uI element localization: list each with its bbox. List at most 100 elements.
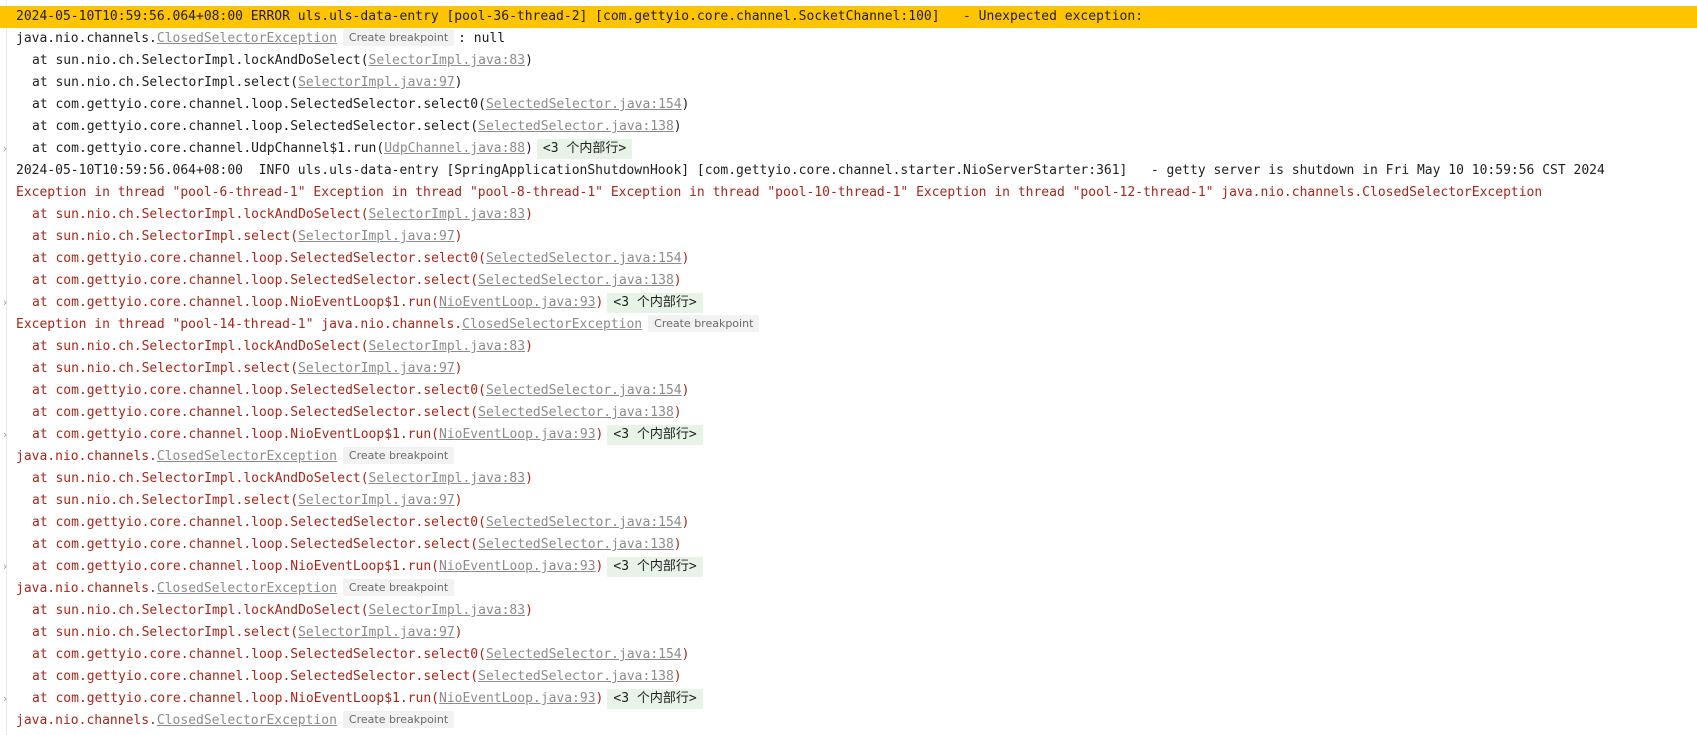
source-link[interactable]: SelectorImpl.java:97 (298, 229, 455, 244)
frame-close: ) (595, 427, 604, 442)
fold-chevron-icon[interactable]: › (3, 556, 13, 578)
source-link[interactable]: NioEventLoop.java:93 (439, 559, 596, 574)
source-link[interactable]: SelectedSelector.java:138 (478, 273, 674, 288)
frame-close: ) (673, 537, 682, 552)
frame-method: at com.gettyio.core.channel.loop.Selecte… (32, 383, 486, 398)
frame-method: at com.gettyio.core.channel.loop.NioEven… (32, 295, 439, 310)
source-link[interactable]: NioEventLoop.java:93 (439, 427, 596, 442)
frame-method: at com.gettyio.core.channel.loop.Selecte… (32, 273, 479, 288)
frame-method: at sun.nio.ch.SelectorImpl.lockAndDoSele… (32, 339, 369, 354)
stack-frame-line: › at com.gettyio.core.channel.loop.NioEve… (0, 688, 1697, 710)
console-output-panel[interactable]: 2024-05-10T10:59:56.064+08:00 ERROR uls.… (0, 0, 1697, 735)
exception-line: java.nio.channels.ClosedSelectorExceptio… (0, 578, 1697, 600)
stack-frame-line: at sun.nio.ch.SelectorImpl.select(Select… (0, 226, 1697, 248)
source-link[interactable]: NioEventLoop.java:93 (439, 295, 596, 310)
source-link[interactable]: SelectorImpl.java:97 (298, 361, 455, 376)
stack-frame-line: at com.gettyio.core.channel.loop.Selecte… (0, 116, 1697, 138)
create-breakpoint-button[interactable]: Create breakpoint (342, 579, 455, 596)
source-link[interactable]: SelectedSelector.java:138 (478, 537, 674, 552)
frame-close: ) (673, 119, 682, 134)
source-link[interactable]: SelectedSelector.java:154 (486, 251, 682, 266)
source-link[interactable]: SelectorImpl.java:83 (369, 603, 526, 618)
source-link[interactable]: SelectedSelector.java:154 (486, 647, 682, 662)
frame-method: at sun.nio.ch.SelectorImpl.select( (32, 229, 299, 244)
stack-frame-line: at com.gettyio.core.channel.loop.Selecte… (0, 270, 1697, 292)
folded-frames-badge[interactable]: <3 个内部行> (536, 139, 633, 159)
source-link[interactable]: UdpChannel.java:88 (384, 141, 525, 156)
frame-method: at sun.nio.ch.SelectorImpl.lockAndDoSele… (32, 207, 369, 222)
exception-prefix: java.nio.channels. (16, 31, 157, 46)
exception-class-link[interactable]: ClosedSelectorException (157, 581, 337, 596)
stack-frame-line: at sun.nio.ch.SelectorImpl.select(Select… (0, 622, 1697, 644)
stack-frame-line: › at com.gettyio.core.channel.loop.NioEve… (0, 424, 1697, 446)
exception-text: Exception in thread "pool-6-thread-1" Ex… (16, 185, 1543, 200)
stack-frame-line: at sun.nio.ch.SelectorImpl.select(Select… (0, 490, 1697, 512)
create-breakpoint-button[interactable]: Create breakpoint (342, 711, 455, 728)
create-breakpoint-button[interactable]: Create breakpoint (342, 29, 455, 46)
frame-close: ) (681, 515, 690, 530)
fold-chevron-icon[interactable]: › (3, 688, 13, 710)
frame-close: ) (525, 53, 533, 68)
frame-close: ) (681, 251, 690, 266)
source-link[interactable]: SelectedSelector.java:138 (478, 119, 674, 134)
create-breakpoint-button[interactable]: Create breakpoint (648, 315, 760, 332)
frame-method: at sun.nio.ch.SelectorImpl.select( (32, 75, 299, 90)
folded-frames-badge[interactable]: <3 个内部行> (607, 293, 703, 313)
source-link[interactable]: SelectedSelector.java:154 (486, 383, 682, 398)
source-link[interactable]: SelectorImpl.java:83 (369, 207, 526, 222)
folded-frames-badge[interactable]: <3 个内部行> (607, 425, 703, 445)
stack-frame-line: › at com.gettyio.core.channel.loop.NioEve… (0, 556, 1697, 578)
frame-close: ) (681, 97, 690, 112)
exception-message: : null (458, 31, 506, 46)
frame-close: ) (454, 75, 463, 90)
fold-chevron-icon[interactable]: › (3, 424, 13, 446)
source-link[interactable]: SelectorImpl.java:83 (369, 53, 526, 68)
source-link[interactable]: SelectedSelector.java:138 (478, 405, 674, 420)
source-link[interactable]: SelectorImpl.java:83 (369, 471, 526, 486)
frame-method: at com.gettyio.core.channel.loop.Selecte… (32, 251, 486, 266)
frame-method: at sun.nio.ch.SelectorImpl.select( (32, 361, 299, 376)
frame-close: ) (454, 229, 463, 244)
frame-method: at com.gettyio.core.channel.loop.NioEven… (32, 691, 439, 706)
frame-close: ) (595, 691, 604, 706)
exception-line: java.nio.channels.ClosedSelectorExceptio… (0, 28, 1697, 50)
frame-close: ) (525, 207, 533, 222)
folded-frames-badge[interactable]: <3 个内部行> (607, 557, 703, 577)
frame-close: ) (454, 361, 463, 376)
source-link[interactable]: SelectorImpl.java:97 (298, 75, 455, 90)
stack-frame-line: at com.gettyio.core.channel.loop.Selecte… (0, 402, 1697, 424)
frame-method: at com.gettyio.core.channel.loop.Selecte… (32, 97, 486, 112)
log-line-error: 2024-05-10T10:59:56.064+08:00 ERROR uls.… (0, 6, 1697, 28)
stack-frame-line: at com.gettyio.core.channel.loop.Selecte… (0, 512, 1697, 534)
frame-method: at com.gettyio.core.channel.loop.NioEven… (32, 559, 439, 574)
source-link[interactable]: SelectorImpl.java:97 (298, 625, 455, 640)
source-link[interactable]: SelectedSelector.java:138 (478, 669, 674, 684)
source-link[interactable]: SelectedSelector.java:154 (486, 97, 682, 112)
stack-frame-line: at sun.nio.ch.SelectorImpl.lockAndDoSele… (0, 204, 1697, 226)
exception-class-link[interactable]: ClosedSelectorException (157, 449, 337, 464)
frame-method: at com.gettyio.core.channel.UdpChannel$1… (32, 141, 385, 156)
exception-prefix: java.nio.channels. (16, 581, 157, 596)
source-link[interactable]: SelectorImpl.java:97 (298, 493, 455, 508)
frame-close: ) (454, 493, 463, 508)
source-link[interactable]: SelectedSelector.java:154 (486, 515, 682, 530)
stack-frame-line: at com.gettyio.core.channel.loop.Selecte… (0, 248, 1697, 270)
fold-chevron-icon[interactable]: › (3, 292, 13, 314)
exception-class-link[interactable]: ClosedSelectorException (462, 317, 642, 332)
create-breakpoint-button[interactable]: Create breakpoint (342, 447, 455, 464)
stack-frame-line: at sun.nio.ch.SelectorImpl.select(Select… (0, 358, 1697, 380)
exception-prefix: java.nio.channels. (16, 713, 157, 728)
stack-frame-line: at sun.nio.ch.SelectorImpl.lockAndDoSele… (0, 468, 1697, 490)
exception-class-link[interactable]: ClosedSelectorException (157, 713, 337, 728)
source-link[interactable]: NioEventLoop.java:93 (439, 691, 596, 706)
fold-chevron-icon[interactable]: › (3, 138, 13, 160)
frame-method: at sun.nio.ch.SelectorImpl.select( (32, 625, 299, 640)
stack-frame-line: at sun.nio.ch.SelectorImpl.lockAndDoSele… (0, 50, 1697, 72)
folded-frames-badge[interactable]: <3 个内部行> (607, 689, 703, 709)
exception-class-link[interactable]: ClosedSelectorException (157, 31, 337, 46)
exception-prefix: Exception in thread "pool-14-thread-1" j… (16, 317, 463, 332)
source-link[interactable]: SelectorImpl.java:83 (369, 339, 526, 354)
frame-close: ) (595, 295, 604, 310)
stack-frame-line: at sun.nio.ch.SelectorImpl.lockAndDoSele… (0, 600, 1697, 622)
exception-line: Exception in thread "pool-6-thread-1" Ex… (0, 182, 1697, 204)
